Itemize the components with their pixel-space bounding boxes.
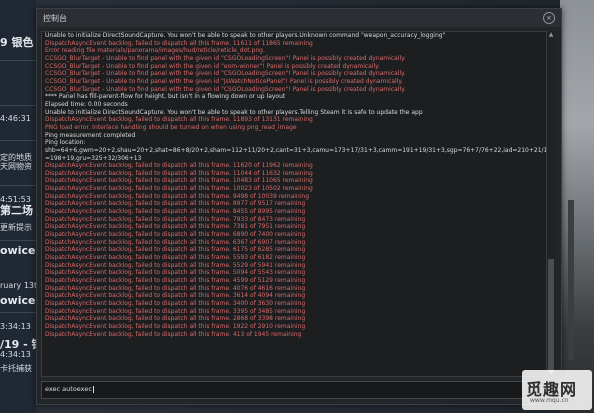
- log-line: DispatchAsyncEvent backlog, failed to di…: [45, 238, 306, 246]
- scroll-thumb[interactable]: [548, 259, 554, 373]
- console-command-input[interactable]: exec autoexec: [41, 381, 559, 399]
- log-line: DispatchAsyncEvent backlog, failed to di…: [45, 200, 306, 208]
- divider: [0, 185, 36, 186]
- log-line: DispatchAsyncEvent backlog, failed to di…: [45, 192, 309, 200]
- scroll-up-icon[interactable]: ▲: [547, 31, 555, 39]
- log-line: DispatchAsyncEvent backlog, failed to di…: [45, 39, 313, 47]
- log-line: DispatchAsyncEvent backlog, failed to di…: [45, 269, 306, 277]
- log-line: DispatchAsyncEvent backlog, failed to di…: [45, 162, 313, 170]
- left-panel-item: 4:34:13: [0, 350, 31, 359]
- divider: [0, 240, 36, 241]
- console-window: 控制台 × Unable to initialize DirectSoundCa…: [36, 8, 562, 405]
- log-line: Error reading file materials/panorama/im…: [45, 47, 265, 55]
- console-scrollbar[interactable]: ▲ ▼: [547, 31, 555, 377]
- log-line: CCSGO_BlurTarget - Unable to find panel …: [45, 62, 380, 70]
- left-panel-item: 卡托捕获: [0, 364, 32, 373]
- log-line: DispatchAsyncEvent backlog, failed to di…: [45, 307, 306, 315]
- left-panel-item: ruary 13t: [0, 281, 36, 290]
- game-background: 9 银色4:46:31定的地质天网物资4:51:53第二场 C更新提示owice…: [0, 0, 594, 413]
- background-scene: [560, 0, 594, 413]
- log-line: =198+19,gru=325+32/306+13: [45, 154, 142, 162]
- left-panel-item: 9 银色: [0, 36, 34, 49]
- console-log: Unable to initialize DirectSoundCapture.…: [41, 31, 547, 377]
- watermark-sub: www.mqu.cn: [530, 397, 569, 404]
- log-line: DispatchAsyncEvent backlog, failed to di…: [45, 215, 306, 223]
- log-line: DispatchAsyncEvent backlog, failed to di…: [45, 223, 306, 231]
- watermark-logo: 觅趣网 www.mqu.cn: [522, 370, 592, 410]
- log-line: DispatchAsyncEvent backlog, failed to di…: [45, 261, 306, 269]
- log-line: DispatchAsyncEvent backlog, failed to di…: [45, 246, 306, 254]
- console-titlebar[interactable]: 控制台 ×: [37, 9, 561, 27]
- log-line: PNG load error. Interlace handling shoul…: [45, 123, 297, 131]
- left-panel-item: owice 2: [0, 244, 36, 257]
- log-line: DispatchAsyncEvent backlog, failed to di…: [45, 277, 306, 284]
- log-line: DispatchAsyncEvent backlog, failed to di…: [45, 116, 313, 124]
- log-line: DispatchAsyncEvent backlog, failed to di…: [45, 177, 313, 185]
- left-panel-item: 4:46:31: [0, 114, 31, 123]
- log-line: DispatchAsyncEvent backlog, failed to di…: [45, 322, 306, 330]
- left-panel-item: 天网物资: [0, 162, 32, 171]
- log-line: CCSGO_BlurTarget - Unable to find panel …: [45, 54, 406, 62]
- command-input-text[interactable]: exec autoexec: [45, 385, 94, 393]
- left-panel-item: 3:34:13: [0, 322, 31, 331]
- divider: [0, 312, 36, 313]
- log-line: DispatchAsyncEvent backlog, failed to di…: [45, 330, 302, 338]
- log-line: Ping location:: [45, 139, 86, 147]
- log-line: Unable to initialize DirectSoundCapture.…: [45, 32, 446, 39]
- left-panel-item: 更新提示: [0, 223, 32, 232]
- divider: [0, 105, 36, 106]
- log-line: CCSGO_BlurTarget - Unable to find panel …: [45, 85, 406, 93]
- log-line: DispatchAsyncEvent backlog, failed to di…: [45, 315, 306, 323]
- log-line: DispatchAsyncEvent backlog, failed to di…: [45, 254, 306, 262]
- console-title: 控制台: [43, 14, 67, 23]
- log-line: Elapsed time: 0.00 seconds: [45, 100, 128, 108]
- log-line: DispatchAsyncEvent backlog, failed to di…: [45, 284, 306, 292]
- log-line: shb=64+6,gwm=20+2,shau=20+2,shat=86+8/20…: [45, 146, 546, 154]
- log-line: DispatchAsyncEvent backlog, failed to di…: [45, 208, 306, 216]
- close-icon[interactable]: ×: [543, 12, 555, 24]
- log-line: DispatchAsyncEvent backlog, failed to di…: [45, 169, 313, 177]
- left-news-panel: 9 银色4:46:31定的地质天网物资4:51:53第二场 C更新提示owice…: [0, 0, 36, 413]
- log-line: DispatchAsyncEvent backlog, failed to di…: [45, 231, 306, 239]
- left-panel-item: 第二场 C: [0, 204, 36, 217]
- log-line: Ping measurement completed: [45, 131, 136, 139]
- log-line: Unable to initialize DirectSoundCapture.…: [45, 108, 423, 116]
- divider: [0, 60, 36, 61]
- divider: [0, 140, 36, 141]
- log-line: **** Panel has fill-parent-flow for heig…: [45, 93, 286, 101]
- log-line: CCSGO_BlurTarget - Unable to find panel …: [45, 77, 403, 85]
- left-panel-item: owice 2: [0, 294, 36, 307]
- log-line: CCSGO_BlurTarget - Unable to find panel …: [45, 70, 406, 78]
- background-post: [568, 200, 574, 360]
- log-line: DispatchAsyncEvent backlog, failed to di…: [45, 299, 306, 307]
- log-line: DispatchAsyncEvent backlog, failed to di…: [45, 185, 313, 193]
- log-line: DispatchAsyncEvent backlog, failed to di…: [45, 292, 306, 300]
